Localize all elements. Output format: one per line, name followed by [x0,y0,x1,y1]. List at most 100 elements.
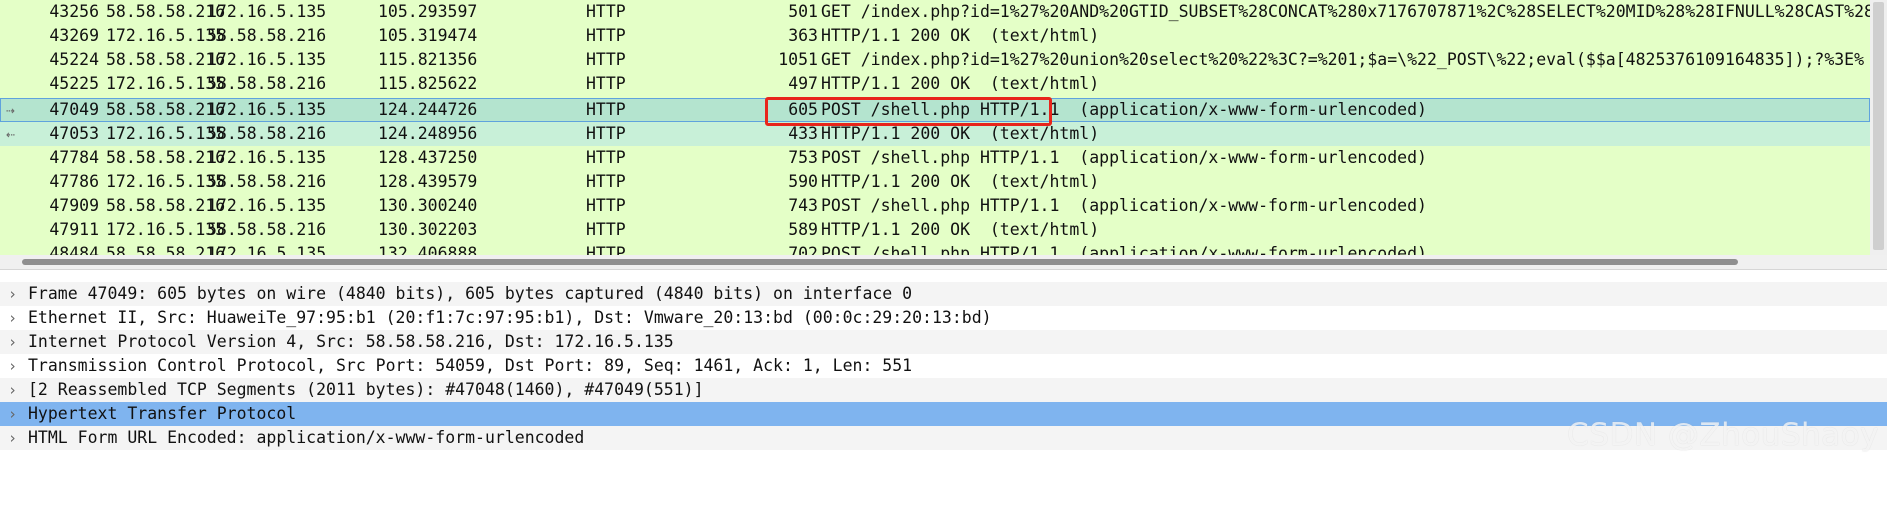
packet-number: 47911 [49,220,99,239]
packet-number: 47786 [49,172,99,191]
packet-row[interactable]: 43269 172.16.5.135 58.58.58.216 105.3194… [0,24,1870,48]
packet-length: 1051 [778,50,818,69]
detail-text: Ethernet II, Src: HuaweiTe_97:95:b1 (20:… [28,308,992,327]
packet-row[interactable]: 47784 58.58.58.216 172.16.5.135 128.4372… [0,146,1870,170]
packet-time: 124.244726 [378,100,478,119]
packet-info: POST /shell.php HTTP/1.1 (application/x-… [821,100,1427,119]
packet-destination: 58.58.58.216 [207,74,327,93]
chevron-right-icon[interactable]: › [8,354,17,378]
packet-number: 45225 [49,74,99,93]
detail-row-ip[interactable]: › Internet Protocol Version 4, Src: 58.5… [0,330,1887,354]
packet-length: 433 [788,124,818,143]
detail-text: Frame 47049: 605 bytes on wire (4840 bit… [28,284,913,303]
packet-info: HTTP/1.1 200 OK (text/html) [821,220,1100,239]
packet-destination: 172.16.5.135 [207,50,327,69]
chevron-right-icon[interactable]: › [8,330,17,354]
detail-row-tcp[interactable]: › Transmission Control Protocol, Src Por… [0,354,1887,378]
packet-destination: 58.58.58.216 [207,26,327,45]
packet-time: 128.439579 [378,172,478,191]
packet-protocol: HTTP [586,148,626,167]
packet-info: HTTP/1.1 200 OK (text/html) [821,74,1100,93]
packet-number: 45224 [49,50,99,69]
packet-number: 47049 [49,100,99,119]
packet-time: 105.319474 [378,26,478,45]
packet-row[interactable]: 48484 58.58.58.216 172.16.5.135 132.4068… [0,242,1870,255]
detail-row-frame[interactable]: › Frame 47049: 605 bytes on wire (4840 b… [0,282,1887,306]
packet-info: GET /index.php?id=1%27%20AND%20GTID_SUBS… [821,2,1870,21]
packet-number: 47909 [49,196,99,215]
pane-splitter[interactable] [0,269,1887,282]
packet-protocol: HTTP [586,2,626,21]
packet-info: GET /index.php?id=1%27%20union%20select%… [821,50,1865,69]
detail-text: Transmission Control Protocol, Src Port:… [28,356,913,375]
packet-row[interactable]: 45224 58.58.58.216 172.16.5.135 115.8213… [0,48,1870,72]
chevron-right-icon[interactable]: › [8,426,17,450]
packet-length: 743 [788,196,818,215]
packet-row[interactable]: ⇠ 47053 172.16.5.135 58.58.58.216 124.24… [0,122,1870,146]
packet-time: 124.248956 [378,124,478,143]
packet-protocol: HTTP [586,124,626,143]
packet-row[interactable]: 47911 172.16.5.135 58.58.58.216 130.3022… [0,218,1870,242]
watermark: CSDN @ZhouShaoy [1567,417,1879,453]
packet-protocol: HTTP [586,74,626,93]
horizontal-scrollbar[interactable] [0,255,1887,269]
packet-protocol: HTTP [586,244,626,255]
packet-length: 590 [788,172,818,191]
packet-length: 605 [788,100,818,119]
packet-destination: 58.58.58.216 [207,172,327,191]
packet-protocol: HTTP [586,196,626,215]
packet-time: 115.821356 [378,50,478,69]
packet-row[interactable]: 47909 58.58.58.216 172.16.5.135 130.3002… [0,194,1870,218]
chevron-right-icon[interactable]: › [8,282,17,306]
packet-destination: 172.16.5.135 [207,148,327,167]
packet-destination: 172.16.5.135 [207,100,327,119]
detail-row-ethernet[interactable]: › Ethernet II, Src: HuaweiTe_97:95:b1 (2… [0,306,1887,330]
packet-protocol: HTTP [586,100,626,119]
packet-protocol: HTTP [586,172,626,191]
chevron-right-icon[interactable]: › [8,402,17,426]
packet-info: POST /shell.php HTTP/1.1 (application/x-… [821,148,1427,167]
packet-length: 497 [788,74,818,93]
packet-number: 43269 [49,26,99,45]
packet-destination: 172.16.5.135 [207,244,327,255]
packet-info: HTTP/1.1 200 OK (text/html) [821,26,1100,45]
chevron-right-icon[interactable]: › [8,306,17,330]
packet-details-tree[interactable]: › Frame 47049: 605 bytes on wire (4840 b… [0,282,1887,461]
packet-time: 128.437250 [378,148,478,167]
detail-text: Hypertext Transfer Protocol [28,404,297,423]
packet-number: 48484 [49,244,99,255]
packet-number: 47784 [49,148,99,167]
detail-text: Internet Protocol Version 4, Src: 58.58.… [28,332,674,351]
packet-info: POST /shell.php HTTP/1.1 (application/x-… [821,244,1427,255]
packet-length: 753 [788,148,818,167]
packet-time: 130.300240 [378,196,478,215]
packet-length: 501 [788,2,818,21]
packet-destination: 172.16.5.135 [207,196,327,215]
packet-number: 47053 [49,124,99,143]
packet-protocol: HTTP [586,50,626,69]
packet-info: HTTP/1.1 200 OK (text/html) [821,172,1100,191]
packet-row[interactable]: 43256 58.58.58.216 172.16.5.135 105.2935… [0,0,1870,24]
packet-info: POST /shell.php HTTP/1.1 (application/x-… [821,196,1427,215]
packet-protocol: HTTP [586,220,626,239]
packet-time: 132.406888 [378,244,478,255]
packet-list[interactable]: 43256 58.58.58.216 172.16.5.135 105.2935… [0,0,1870,255]
detail-text: HTML Form URL Encoded: application/x-www… [28,428,585,447]
packet-number: 43256 [49,2,99,21]
packet-destination: 58.58.58.216 [207,124,327,143]
packet-time: 105.293597 [378,2,478,21]
chevron-right-icon[interactable]: › [8,378,17,402]
packet-destination: 172.16.5.135 [207,2,327,21]
packet-length: 702 [788,244,818,255]
scrollbar-thumb[interactable] [1873,2,1884,250]
packet-info: HTTP/1.1 200 OK (text/html) [821,124,1100,143]
vertical-scrollbar[interactable] [1870,0,1887,255]
detail-row-reassembled[interactable]: › [2 Reassembled TCP Segments (2011 byte… [0,378,1887,402]
detail-text: [2 Reassembled TCP Segments (2011 bytes)… [28,380,704,399]
packet-row-selected[interactable]: ⇢ 47049 58.58.58.216 172.16.5.135 124.24… [0,98,1870,122]
packet-row[interactable]: 47786 172.16.5.135 58.58.58.216 128.4395… [0,170,1870,194]
packet-length: 363 [788,26,818,45]
packet-row[interactable]: 45225 172.16.5.135 58.58.58.216 115.8256… [0,72,1870,96]
packet-protocol: HTTP [586,26,626,45]
scrollbar-thumb[interactable] [22,259,1738,265]
